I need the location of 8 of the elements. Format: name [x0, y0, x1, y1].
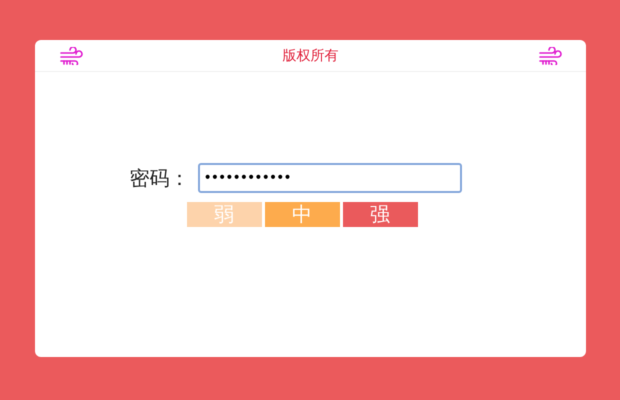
header-title: 版权所有 [282, 46, 338, 64]
password-field[interactable]: •••••••••••• [198, 163, 462, 193]
password-label: 密码： [130, 164, 190, 192]
strength-bar: 中 [264, 202, 340, 227]
strength-bar: 强 [342, 202, 418, 227]
wind-icon[interactable] [59, 46, 83, 64]
strength-bar: 弱 [186, 202, 262, 227]
wind-icon[interactable] [538, 46, 562, 64]
